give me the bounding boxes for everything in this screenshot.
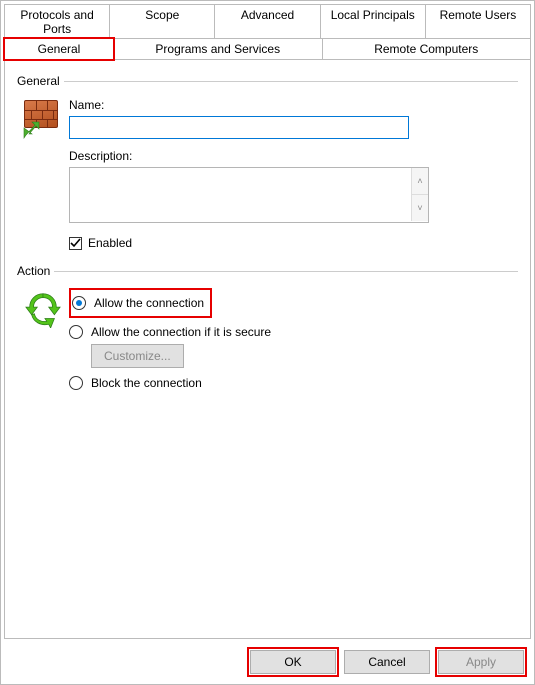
radio-block-connection-label: Block the connection — [91, 376, 202, 390]
radio-allow-connection[interactable]: Allow the connection — [72, 296, 204, 310]
tab-remote-computers[interactable]: Remote Computers — [323, 38, 532, 60]
tab-programs-and-services[interactable]: Programs and Services — [114, 38, 323, 60]
radio-allow-connection-label: Allow the connection — [94, 296, 204, 310]
firewall-icon — [24, 100, 62, 138]
ok-button[interactable]: OK — [250, 650, 336, 674]
name-input[interactable] — [69, 116, 409, 139]
tab-row-bottom: General Programs and Services Remote Com… — [4, 38, 531, 60]
enabled-label: Enabled — [88, 236, 132, 250]
tab-advanced[interactable]: Advanced — [215, 4, 320, 39]
group-action: Action Allow the con — [17, 264, 518, 395]
checkmark-icon — [70, 238, 81, 249]
tab-strip: Protocols and Ports Scope Advanced Local… — [4, 4, 531, 60]
radio-block-connection[interactable]: Block the connection — [69, 376, 512, 390]
tab-remote-users[interactable]: Remote Users — [426, 4, 531, 39]
description-spinner: ˄ ˅ — [411, 168, 428, 221]
tab-content-general: General Name: Description: — [4, 59, 531, 639]
customize-button: Customize... — [91, 344, 184, 368]
radio-allow-if-secure-label: Allow the connection if it is secure — [91, 325, 271, 339]
highlight-allow-connection: Allow the connection — [69, 288, 212, 318]
radio-allow-if-secure-button[interactable] — [69, 325, 83, 339]
apply-button[interactable]: Apply — [438, 650, 524, 674]
dialog-button-bar: OK Cancel Apply — [250, 650, 524, 674]
radio-allow-if-secure[interactable]: Allow the connection if it is secure — [69, 325, 512, 339]
group-general-legend: General — [17, 74, 64, 88]
name-label: Name: — [69, 98, 512, 112]
group-action-legend: Action — [17, 264, 54, 278]
radio-allow-connection-button[interactable] — [72, 296, 86, 310]
spinner-up-icon[interactable]: ˄ — [411, 168, 428, 194]
enabled-checkbox[interactable] — [69, 237, 82, 250]
description-input[interactable] — [69, 167, 429, 223]
tab-row-top: Protocols and Ports Scope Advanced Local… — [4, 4, 531, 39]
tab-scope[interactable]: Scope — [110, 4, 215, 39]
cancel-button[interactable]: Cancel — [344, 650, 430, 674]
tab-protocols-and-ports[interactable]: Protocols and Ports — [4, 4, 110, 39]
tab-general[interactable]: General — [4, 38, 114, 60]
description-label: Description: — [69, 149, 512, 163]
firewall-rule-properties-dialog: Protocols and Ports Scope Advanced Local… — [0, 0, 535, 685]
enabled-checkbox-row[interactable]: Enabled — [69, 236, 512, 250]
spinner-down-icon[interactable]: ˅ — [411, 194, 428, 221]
group-general: General Name: Description: — [17, 74, 518, 250]
radio-block-connection-button[interactable] — [69, 376, 83, 390]
tab-local-principals[interactable]: Local Principals — [321, 4, 426, 39]
recycle-arrows-icon — [24, 290, 62, 331]
